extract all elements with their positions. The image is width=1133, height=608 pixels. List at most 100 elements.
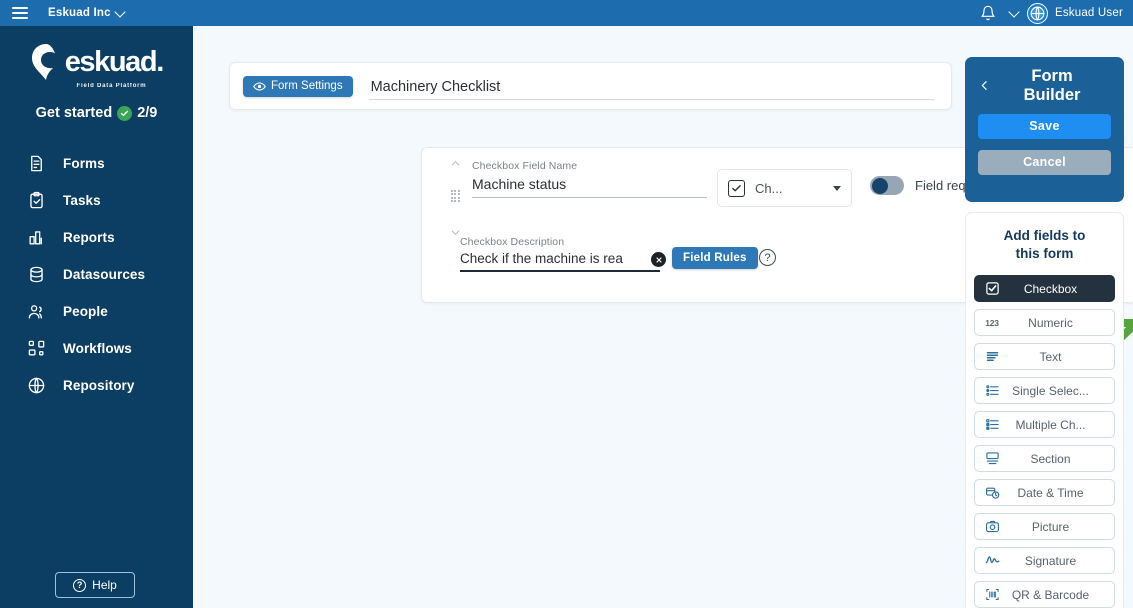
- add-field-label: Single Selec...: [1000, 384, 1105, 398]
- org-switcher[interactable]: Eskuad Inc: [48, 7, 124, 19]
- eskuad-logo-mark: [29, 42, 63, 82]
- single-select-icon: [984, 383, 1000, 399]
- sidebar-item-datasources[interactable]: Datasources: [0, 256, 193, 293]
- add-fields-title-line1: Add fields to: [1004, 228, 1086, 243]
- sidebar-item-workflows[interactable]: Workflows: [0, 330, 193, 367]
- chevron-down-icon[interactable]: [450, 225, 461, 236]
- sidebar-item-tasks[interactable]: Tasks: [0, 182, 193, 219]
- sidebar-item-reports[interactable]: Reports: [0, 219, 193, 256]
- add-field-numeric[interactable]: 123 Numeric: [974, 309, 1115, 336]
- field-name-label: Checkbox Field Name: [472, 160, 707, 172]
- add-field-picture[interactable]: Picture: [974, 513, 1115, 540]
- logo-tagline: Field Data Platform: [77, 83, 147, 89]
- sidebar-item-label: Datasources: [63, 267, 145, 282]
- field-type-value: Ch...: [755, 181, 823, 196]
- chevron-left-icon[interactable]: [978, 79, 991, 92]
- sidebar-item-label: Tasks: [63, 193, 101, 208]
- user-name-label: Eskuad User: [1055, 7, 1123, 19]
- clear-x-icon[interactable]: [651, 252, 666, 267]
- get-started-progress[interactable]: Get started 2/9: [36, 105, 158, 121]
- field-rules-help-icon[interactable]: ?: [759, 249, 776, 266]
- add-fields-title: Add fields to this form: [974, 227, 1115, 263]
- toggle-knob: [872, 178, 888, 194]
- add-field-label: Checkbox: [1000, 282, 1105, 296]
- field-name-input[interactable]: [472, 172, 707, 198]
- field-required-toggle[interactable]: [870, 176, 904, 195]
- sidebar-item-label: Repository: [63, 378, 135, 393]
- brand-logo[interactable]: eskuad . Field Data Platform: [29, 42, 165, 89]
- sidebar-item-label: Reports: [63, 230, 115, 245]
- form-builder-title: Form Builder: [999, 67, 1111, 106]
- form-builder-panel: Form Builder Save Cancel: [965, 57, 1124, 202]
- hamburger-icon[interactable]: [12, 7, 28, 19]
- user-menu[interactable]: Eskuad User: [1010, 3, 1123, 24]
- field-type-select[interactable]: Ch...: [717, 169, 852, 207]
- sidebar-item-repository[interactable]: Repository: [0, 367, 193, 404]
- add-field-label: Text: [1000, 350, 1105, 364]
- sidebar-item-forms[interactable]: Forms: [0, 145, 193, 182]
- field-description-input[interactable]: [460, 248, 660, 272]
- user-chevron-down-icon: [1008, 6, 1019, 17]
- sidebar-nav: Forms Tasks: [0, 145, 193, 404]
- help-button[interactable]: ? Help: [55, 572, 135, 598]
- sidebar-item-label: Forms: [63, 156, 105, 171]
- globe-icon: [26, 375, 47, 396]
- chevron-down-icon: [114, 6, 125, 17]
- add-field-multiple-choice[interactable]: Multiple Ch...: [974, 411, 1115, 438]
- document-lines-icon: [26, 153, 47, 174]
- eye-icon: [253, 80, 266, 93]
- add-field-label: Signature: [1000, 554, 1105, 568]
- add-field-section[interactable]: Section: [974, 445, 1115, 472]
- clipboard-check-icon: [26, 190, 47, 211]
- main-canvas: Form Settings: [193, 26, 1133, 608]
- field-name-group: Checkbox Field Name: [472, 160, 707, 198]
- avatar: [1027, 3, 1048, 24]
- save-button[interactable]: Save: [978, 114, 1111, 139]
- checkbox-checked-icon: [728, 180, 745, 197]
- add-field-label: Numeric: [1000, 316, 1105, 330]
- add-field-checkbox[interactable]: Checkbox: [974, 275, 1115, 302]
- save-label: Save: [1029, 119, 1059, 133]
- sidebar: eskuad . Field Data Platform Get started…: [0, 26, 193, 608]
- field-reorder-controls: [444, 156, 466, 236]
- app-root: Eskuad Inc Eskuad User: [0, 0, 1133, 608]
- get-started-label: Get started: [36, 105, 113, 121]
- add-field-label: Picture: [1000, 520, 1105, 534]
- add-field-label: Section: [1000, 452, 1105, 466]
- form-settings-button[interactable]: Form Settings: [243, 76, 353, 97]
- add-field-single-select[interactable]: Single Selec...: [974, 377, 1115, 404]
- add-field-date-time[interactable]: Date & Time: [974, 479, 1115, 506]
- eskuad-wordmark: eskuad: [65, 48, 157, 77]
- form-title-input[interactable]: [369, 76, 934, 100]
- get-started-count: 2/9: [137, 105, 157, 121]
- chevron-up-icon[interactable]: [450, 156, 461, 167]
- form-settings-label: Form Settings: [271, 80, 343, 92]
- add-fields-title-line2: this form: [1016, 246, 1074, 261]
- text-lines-icon: [984, 349, 1000, 365]
- check-circle-icon: [117, 106, 132, 121]
- cancel-button[interactable]: Cancel: [978, 150, 1111, 175]
- field-rules-button[interactable]: Field Rules: [672, 247, 758, 269]
- section-icon: [984, 451, 1000, 467]
- date-time-icon: [984, 485, 1000, 501]
- add-field-signature[interactable]: Signature: [974, 547, 1115, 574]
- builder-title-line1: Form: [1031, 67, 1072, 85]
- bell-icon[interactable]: [980, 5, 996, 21]
- multiple-choice-icon: [984, 417, 1000, 433]
- camera-icon: [984, 519, 1000, 535]
- sidebar-item-people[interactable]: People: [0, 293, 193, 330]
- org-name-label: Eskuad Inc: [48, 7, 111, 19]
- sidebar-item-label: People: [63, 304, 108, 319]
- field-description-group: Checkbox Description: [460, 236, 660, 272]
- question-circle-icon: ?: [73, 579, 86, 592]
- numeric-123-icon: 123: [984, 315, 1000, 331]
- drag-handle-icon[interactable]: [451, 190, 460, 203]
- qr-barcode-icon: [984, 587, 1000, 603]
- add-field-label: Multiple Ch...: [1000, 418, 1105, 432]
- sidebar-item-label: Workflows: [63, 341, 132, 356]
- checkbox-checked-icon: [984, 281, 1000, 297]
- caret-down-icon: [833, 186, 841, 191]
- add-field-qr-barcode[interactable]: QR & Barcode: [974, 581, 1115, 608]
- signature-icon: [984, 553, 1000, 569]
- add-field-text[interactable]: Text: [974, 343, 1115, 370]
